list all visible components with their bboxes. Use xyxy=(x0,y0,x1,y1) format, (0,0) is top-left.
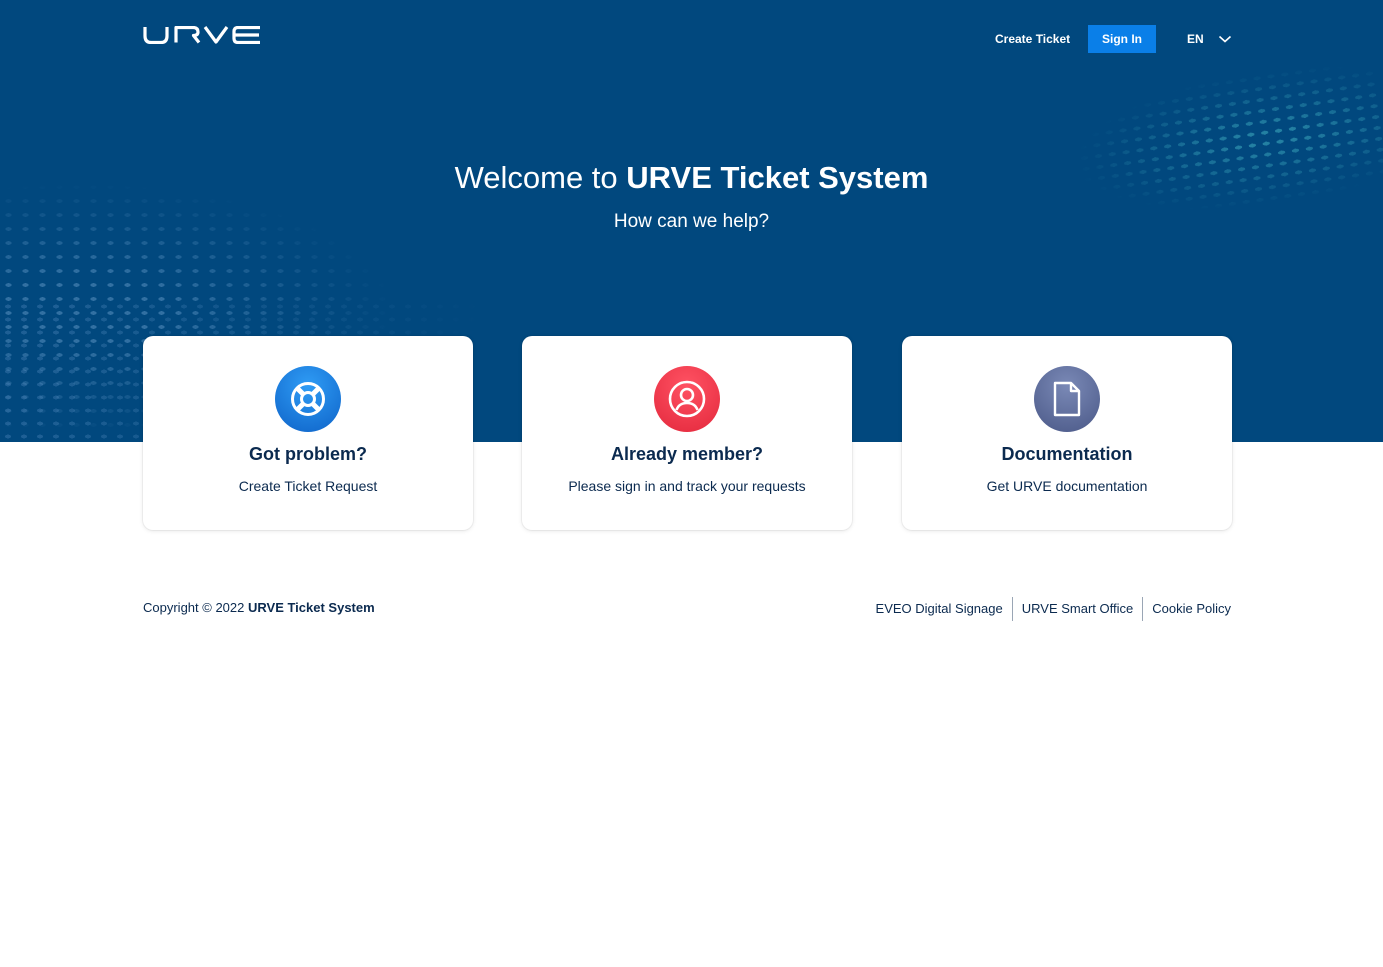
urve-logo[interactable] xyxy=(143,26,261,44)
page-subtitle: How can we help? xyxy=(613,211,770,232)
card-icon-circle xyxy=(275,366,341,432)
copyright-prefix: Copyright © 2022 xyxy=(143,600,245,615)
card-description: Get URVE documentation xyxy=(986,478,1148,494)
user-icon xyxy=(668,380,706,418)
card-already-member[interactable]: Already member? Please sign in and track… xyxy=(522,336,852,530)
card-icon-circle xyxy=(1034,366,1100,432)
document-icon xyxy=(1053,381,1081,417)
copyright-brand: URVE Ticket System xyxy=(247,600,375,615)
title-prefix: Welcome to xyxy=(454,160,618,195)
card-icon-circle xyxy=(654,366,720,432)
card-documentation[interactable]: Documentation Get URVE documentation xyxy=(902,336,1232,530)
lifebuoy-icon xyxy=(291,382,325,416)
chevron-down-icon xyxy=(1218,35,1231,43)
title-brand: URVE Ticket System xyxy=(626,160,929,195)
footer-link-eveo[interactable]: EVEO Digital Signage xyxy=(867,597,1012,621)
create-ticket-link[interactable]: Create Ticket xyxy=(995,31,1070,47)
card-got-problem[interactable]: Got problem? Create Ticket Request xyxy=(143,336,473,530)
language-selector[interactable]: EN xyxy=(1187,29,1232,49)
language-label: EN xyxy=(1187,32,1204,46)
page-title: Welcome to URVE Ticket System xyxy=(0,160,1383,196)
sign-in-button[interactable]: Sign In xyxy=(1088,25,1156,53)
card-description: Create Ticket Request xyxy=(238,478,378,494)
card-title: Already member? xyxy=(610,444,764,464)
decorative-dot-pattern xyxy=(965,13,1383,297)
footer-link-smart-office[interactable]: URVE Smart Office xyxy=(1013,597,1143,621)
footer-links: EVEO Digital Signage URVE Smart Office C… xyxy=(867,597,1231,621)
card-title: Documentation xyxy=(1001,444,1133,464)
footer-link-cookie-policy[interactable]: Cookie Policy xyxy=(1143,597,1231,621)
card-description: Please sign in and track your requests xyxy=(568,478,806,494)
footer-copyright: Copyright © 2022 URVE Ticket System xyxy=(143,600,375,615)
card-title: Got problem? xyxy=(249,444,367,464)
